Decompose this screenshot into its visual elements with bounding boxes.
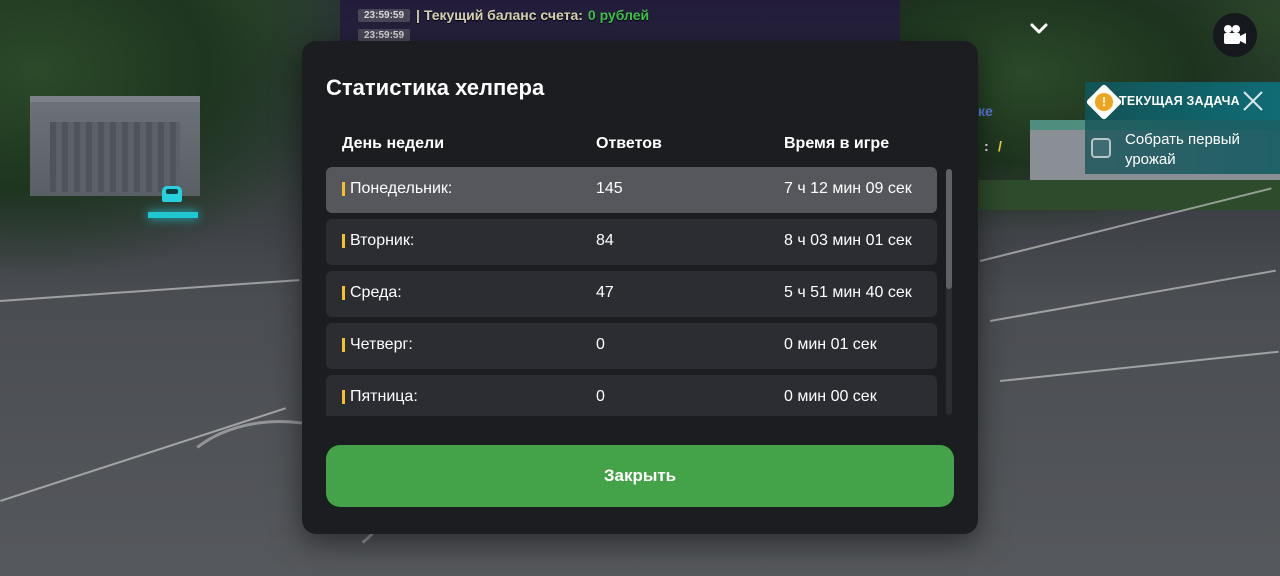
cell-answers: 145 bbox=[596, 180, 623, 197]
row-marker bbox=[342, 286, 345, 300]
parking-line bbox=[0, 279, 300, 302]
chat-timestamp: 23:59:59 bbox=[358, 8, 411, 22]
chat-timestamp: 23:59:59 bbox=[358, 28, 411, 42]
cell-time: 0 мин 01 сек bbox=[784, 336, 877, 353]
cell-time: 5 ч 51 мин 40 сек bbox=[784, 284, 912, 301]
cell-answers: 0 bbox=[596, 388, 605, 405]
row-marker bbox=[342, 182, 345, 196]
warning-icon bbox=[1085, 83, 1123, 121]
cell-answers: 0 bbox=[596, 336, 605, 353]
table-row[interactable]: Пятница: 0 0 мин 00 сек bbox=[326, 375, 937, 416]
cell-day: Среда: bbox=[350, 284, 402, 301]
car-icon bbox=[162, 186, 182, 202]
stats-list[interactable]: Понедельник: 145 7 ч 12 мин 09 сек Вторн… bbox=[326, 167, 938, 416]
row-marker bbox=[342, 234, 345, 248]
chat-partial-slash: / bbox=[998, 138, 1002, 154]
table-row[interactable]: Понедельник: 145 7 ч 12 мин 09 сек bbox=[326, 167, 937, 213]
scrollbar-track[interactable] bbox=[946, 169, 952, 415]
helper-stats-dialog: Статистика хелпера День недели Ответов В… bbox=[302, 41, 978, 534]
current-task-panel: ТЕКУЩАЯ ЗАДАЧА Собрать первый урожай bbox=[1085, 82, 1280, 174]
cell-day: Пятница: bbox=[350, 388, 418, 405]
parking-line bbox=[1000, 350, 1279, 382]
close-button[interactable]: Закрыть bbox=[326, 445, 954, 507]
parking-line bbox=[990, 269, 1276, 322]
close-icon[interactable] bbox=[1241, 89, 1265, 113]
cell-day: Четверг: bbox=[350, 336, 413, 353]
task-title: ТЕКУЩАЯ ЗАДАЧА bbox=[1119, 94, 1240, 108]
column-day: День недели bbox=[342, 135, 445, 152]
table-row[interactable]: Вторник: 84 8 ч 03 мин 01 сек bbox=[326, 219, 937, 265]
cell-day: Вторник: bbox=[350, 232, 415, 249]
cell-time: 0 мин 00 сек bbox=[784, 388, 877, 405]
table-header: День недели Ответов Время в игре bbox=[302, 135, 978, 159]
car-marker bbox=[148, 184, 198, 220]
task-header: ТЕКУЩАЯ ЗАДАЧА bbox=[1085, 82, 1280, 121]
chat-money: 0 рублей bbox=[587, 7, 650, 23]
task-checkbox[interactable] bbox=[1091, 138, 1111, 158]
chat-line-balance: 23:59:59 | Текущий баланс счета: 0 рубле… bbox=[358, 6, 649, 24]
cell-time: 7 ч 12 мин 09 сек bbox=[784, 180, 912, 197]
table-row[interactable]: Четверг: 0 0 мин 01 сек bbox=[326, 323, 937, 369]
cell-day: Понедельник: bbox=[350, 180, 453, 197]
cell-time: 8 ч 03 мин 01 сек bbox=[784, 232, 912, 249]
chevron-down-icon[interactable] bbox=[1022, 12, 1056, 46]
table-row[interactable]: Среда: 47 5 ч 51 мин 40 сек bbox=[326, 271, 937, 317]
cell-answers: 47 bbox=[596, 284, 614, 301]
video-camera-button[interactable] bbox=[1213, 13, 1257, 57]
dialog-title: Статистика хелпера bbox=[326, 75, 545, 100]
column-time: Время в игре bbox=[784, 135, 890, 152]
hedge-right bbox=[970, 180, 1280, 210]
video-camera-icon bbox=[1224, 25, 1246, 44]
chat-text: | Текущий баланс счета: bbox=[416, 7, 583, 23]
scrollbar-thumb[interactable] bbox=[946, 169, 952, 289]
column-answers: Ответов bbox=[596, 135, 662, 152]
task-item-text: Собрать первый урожай bbox=[1125, 131, 1240, 168]
row-marker bbox=[342, 338, 345, 352]
building-left bbox=[30, 96, 200, 196]
row-marker bbox=[342, 390, 345, 404]
chat-partial-link: ке bbox=[978, 103, 993, 119]
chat-partial-colon: : bbox=[984, 138, 989, 154]
cell-answers: 84 bbox=[596, 232, 614, 249]
